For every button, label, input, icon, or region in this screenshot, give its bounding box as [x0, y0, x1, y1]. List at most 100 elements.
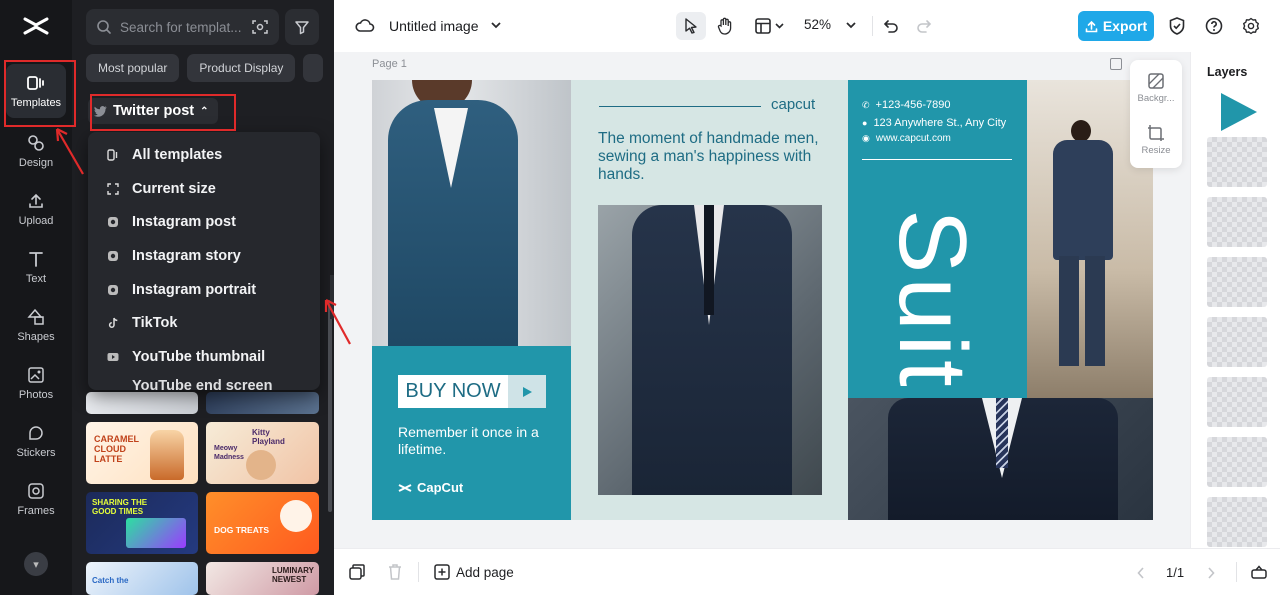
cursor-icon	[685, 18, 697, 34]
striped-tie-shape	[996, 398, 1008, 468]
photos-icon	[26, 365, 46, 385]
menu-item-youtube-end-screen[interactable]: YouTube end screen	[88, 374, 320, 390]
rail-stickers[interactable]: Stickers	[6, 414, 66, 468]
tiktok-icon	[106, 316, 120, 330]
thumb-text: CARAMEL CLOUD LATTE	[94, 434, 139, 464]
image-search-icon[interactable]	[251, 18, 269, 36]
rail-label: Photos	[18, 389, 54, 401]
remember-text: Remember it once in a lifetime.	[398, 424, 539, 457]
menu-item-instagram-post[interactable]: Instagram post	[88, 205, 320, 239]
layer-thumbnail[interactable]	[1207, 137, 1267, 187]
photo-man-blue-suit[interactable]	[372, 80, 571, 346]
rail-text[interactable]: Text	[6, 240, 66, 294]
canvas-side-tools: Backgr... Resize	[1130, 60, 1182, 168]
menu-item-label: YouTube end screen	[132, 377, 273, 390]
page-panel-toggle-icon[interactable]	[1250, 563, 1268, 581]
suit-info-block: ✆ +123-456-7890 ● 123 Anywhere St., Any Ci…	[848, 80, 1027, 398]
layer-thumbnail[interactable]	[1207, 437, 1267, 487]
rail-photos[interactable]: Photos	[6, 356, 66, 410]
filter-button[interactable]	[285, 9, 319, 45]
menu-item-current-size[interactable]: Current size	[88, 172, 320, 206]
background-tool-label: Backgr...	[1137, 93, 1175, 104]
layer-thumbnail[interactable]	[1207, 257, 1267, 307]
zoom-level[interactable]: 52%	[804, 17, 831, 32]
cat-illustration	[246, 450, 276, 480]
search-input[interactable]: Search for templat...	[86, 9, 279, 45]
duplicate-page-icon[interactable]	[1110, 58, 1122, 70]
buy-now-button[interactable]: BUY NOW	[398, 375, 546, 408]
photo-illustration	[126, 518, 186, 548]
thumb-text: LUMINARY NEWEST	[272, 566, 314, 584]
more-chevron-icon[interactable]: ▾	[24, 552, 48, 576]
resize-tool[interactable]: Resize	[1130, 124, 1182, 156]
chevron-down-icon[interactable]	[489, 18, 503, 32]
annotation-arrow	[55, 128, 84, 175]
template-thumbnail-catch[interactable]: Catch the	[86, 562, 198, 595]
capcut-logo-icon	[398, 483, 412, 492]
youtube-icon	[106, 350, 120, 364]
rail-upload[interactable]: Upload	[6, 182, 66, 236]
template-thumbnail-kitty[interactable]: Kitty Playland Meowy Madness	[206, 422, 319, 484]
photo-man-buttoning-jacket[interactable]	[848, 398, 1153, 520]
previous-page-icon[interactable]	[1134, 565, 1148, 581]
chip-product-display[interactable]: Product Display	[187, 54, 296, 82]
template-thumbnail[interactable]	[86, 392, 198, 414]
menu-item-label: Current size	[132, 180, 216, 197]
duplicate-icon[interactable]	[348, 563, 366, 581]
background-icon	[1148, 73, 1164, 89]
undo-icon[interactable]	[881, 16, 901, 36]
template-thumbnail-dog[interactable]: DOG TREATS	[206, 492, 319, 554]
template-thumbnail-caramel[interactable]: CARAMEL CLOUD LATTE	[86, 422, 198, 484]
layer-thumbnail[interactable]	[1207, 377, 1267, 427]
shield-icon[interactable]	[1167, 16, 1187, 36]
background-tool[interactable]: Backgr...	[1130, 72, 1182, 104]
shapes-icon	[26, 307, 46, 327]
divider	[1236, 562, 1237, 582]
template-thumbnail[interactable]	[206, 392, 319, 414]
document-title[interactable]: Untitled image	[389, 18, 479, 34]
select-tool-button[interactable]	[676, 12, 706, 40]
trash-icon[interactable]	[386, 563, 404, 581]
canvas-area: Page 1 BUY NOW Remember it once in a lif…	[334, 52, 1190, 548]
rail-shapes[interactable]: Shapes	[6, 298, 66, 352]
website-line: ◉ www.capcut.com	[862, 133, 951, 144]
design-page[interactable]: BUY NOW Remember it once in a lifetime. …	[372, 80, 1153, 520]
chip-most-popular[interactable]: Most popular	[86, 54, 180, 82]
capcut-logo-icon[interactable]	[22, 14, 50, 38]
play-arrow-icon	[508, 375, 546, 408]
settings-gear-icon[interactable]	[1241, 16, 1261, 36]
drink-illustration	[150, 430, 184, 480]
resize-icon	[106, 182, 120, 196]
layer-thumbnail-play[interactable]	[1207, 87, 1267, 137]
chip-more[interactable]	[303, 54, 324, 82]
annotation-highlight-templates	[4, 60, 76, 127]
rail-frames[interactable]: Frames	[6, 472, 66, 526]
menu-item-youtube-thumbnail[interactable]: YouTube thumbnail	[88, 340, 320, 374]
menu-item-instagram-story[interactable]: Instagram story	[88, 239, 320, 273]
redo-icon[interactable]	[914, 16, 934, 36]
photo-man-navy-suit[interactable]	[598, 205, 822, 495]
menu-item-tiktok[interactable]: TikTok	[88, 306, 320, 340]
export-button[interactable]: Export	[1078, 11, 1154, 41]
youtube-icon	[106, 380, 120, 390]
layer-thumbnail[interactable]	[1207, 197, 1267, 247]
help-icon[interactable]	[1204, 16, 1224, 36]
menu-item-instagram-portrait[interactable]: Instagram portrait	[88, 273, 320, 307]
rail-label: Text	[25, 273, 47, 285]
hand-tool-button[interactable]	[714, 14, 736, 38]
template-thumbnail-luminary[interactable]: LUMINARY NEWEST	[206, 562, 319, 595]
layout-menu-button[interactable]	[752, 14, 788, 38]
instagram-icon	[106, 215, 120, 229]
layer-thumbnail[interactable]	[1207, 497, 1267, 547]
zoom-chevron-down-icon[interactable]	[844, 18, 858, 32]
template-thumbnail-sharing[interactable]: SHARING THE GOOD TIMES	[86, 492, 198, 554]
size-dropdown-menu: All templates Current size Instagram pos…	[88, 132, 320, 390]
menu-item-all-templates[interactable]: All templates	[88, 138, 320, 172]
location-pin-icon: ●	[862, 118, 868, 128]
layer-thumbnail[interactable]	[1207, 317, 1267, 367]
menu-item-label: TikTok	[132, 315, 178, 332]
menu-item-label: Instagram portrait	[132, 281, 257, 298]
next-page-icon[interactable]	[1204, 565, 1218, 581]
cloud-save-icon[interactable]	[354, 16, 376, 36]
add-page-button[interactable]: Add page	[434, 564, 514, 580]
